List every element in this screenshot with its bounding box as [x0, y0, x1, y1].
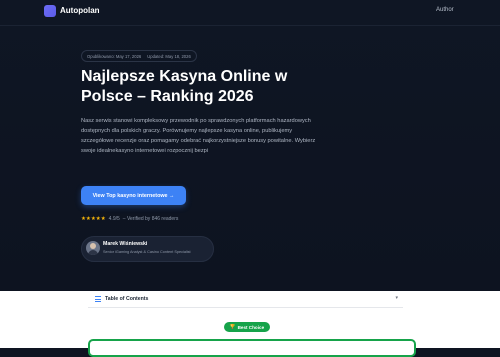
author-card[interactable]: Marek Wiśniewski Senior iGaming Analyst …: [81, 236, 214, 262]
rating-score: 4.9/5: [108, 216, 120, 222]
hero-section: Autopolan Author Opublikowano: May 17, 2…: [0, 0, 500, 291]
author-role: Senior iGaming Analyst & Casino Content …: [103, 250, 191, 254]
hero-description: Nasz serwis stanowi kompleksowy przewodn…: [81, 118, 316, 154]
trophy-icon: 🏆: [229, 324, 236, 329]
chevron-down-icon[interactable]: ▾: [395, 295, 398, 301]
avatar: [86, 241, 100, 255]
publish-dates: Opublikowano: May 17, 2026 Updated: May …: [81, 50, 197, 62]
star-rating-icon: ★★★★★: [81, 216, 106, 222]
list-icon: [95, 296, 101, 302]
logo-icon[interactable]: [44, 5, 56, 17]
top-navigation: Autopolan Author: [0, 0, 500, 26]
brand-name[interactable]: Autopolan: [60, 6, 100, 15]
published-date: Opublikowano: May 17, 2026: [87, 53, 142, 59]
rating-line: ★★★★★ 4.9/5 – Verified by 846 readers: [81, 216, 178, 222]
best-choice-badge: 🏆 Best Choice: [224, 322, 270, 332]
table-of-contents-toggle[interactable]: Table of Contents ▾: [88, 291, 403, 308]
author-name: Marek Wiśniewski: [103, 241, 148, 247]
casino-card[interactable]: [88, 339, 416, 357]
view-top-casino-button[interactable]: View Top kasyno internetowe →: [81, 186, 186, 205]
nav-author-link[interactable]: Author: [436, 7, 454, 13]
page-title: Najlepsze Kasyna Online w Polsce – Ranki…: [81, 68, 288, 105]
updated-date: Updated: May 18, 2026: [147, 53, 191, 59]
toc-label: Table of Contents: [105, 296, 149, 302]
badge-label: Best Choice: [237, 324, 265, 330]
main-content: Table of Contents ▾ 🏆 Best Choice: [0, 291, 500, 357]
verified-readers: – Verified by 846 readers: [122, 216, 179, 222]
